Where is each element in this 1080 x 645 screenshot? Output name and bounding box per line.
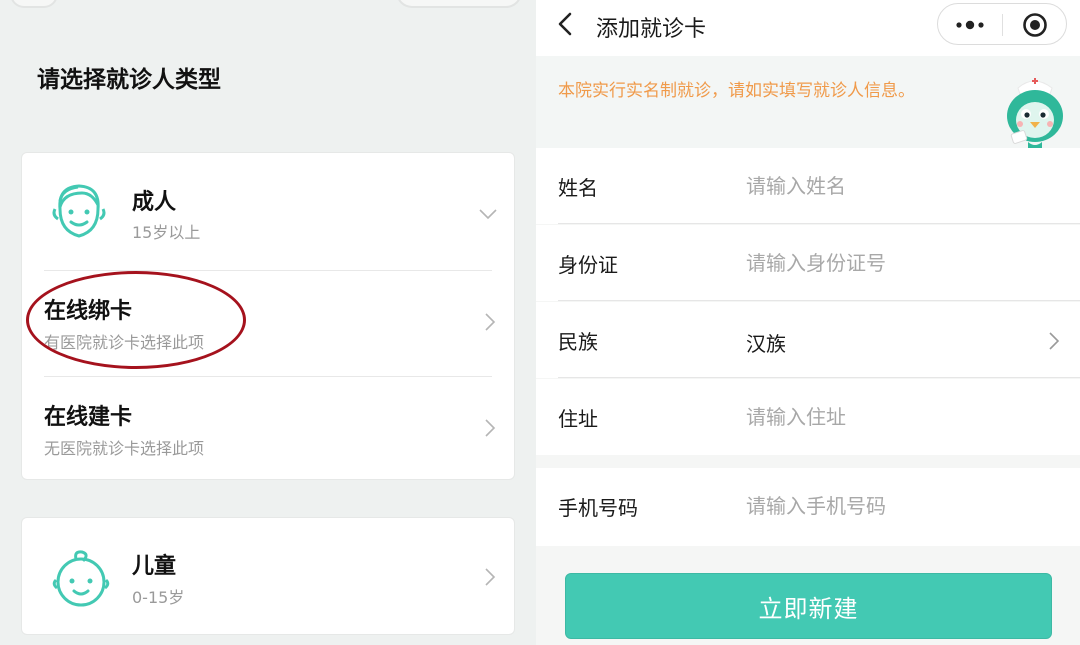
ethnicity-label: 民族 xyxy=(558,330,598,354)
notice-banner: 本院实行实名制就诊，请如实填写就诊人信息。 xyxy=(536,56,1080,150)
option-bind-card[interactable]: 在线绑卡 有医院就诊卡选择此项 xyxy=(22,271,514,375)
id-label: 身份证 xyxy=(558,253,618,277)
divider xyxy=(558,300,1080,301)
ethnicity-field-row[interactable]: 民族 汉族 xyxy=(536,302,1080,378)
baby-face-icon xyxy=(52,548,110,608)
name-field-row: 姓名 xyxy=(536,148,1080,224)
adult-face-icon xyxy=(52,181,106,241)
add-card-panel: 添加就诊卡 本院实行实名制就诊，请如实填写就诊人信息。 姓名 请输入姓名 身份证… xyxy=(536,0,1080,645)
chevron-right-icon xyxy=(484,313,500,331)
phone-input[interactable] xyxy=(746,488,1046,524)
child-subtitle: 0-15岁 xyxy=(132,588,185,607)
create-now-button[interactable]: 立即新建 xyxy=(565,573,1052,639)
more-dots-icon[interactable] xyxy=(952,16,988,34)
phone-label: 手机号码 xyxy=(558,496,638,520)
address-input[interactable] xyxy=(746,399,1046,435)
phone-field-row: 手机号码 xyxy=(536,468,1080,546)
notice-text: 本院实行实名制就诊，请如实填写就诊人信息。 xyxy=(558,81,915,101)
top-capsule-partial[interactable] xyxy=(396,0,522,8)
patient-type-panel: 请选择就诊人类型 成人 15岁以上 在线绑卡 有医院就诊卡选择此项 在线建卡 无… xyxy=(0,0,536,645)
address-label: 住址 xyxy=(558,407,598,431)
nav-title: 添加就诊卡 xyxy=(596,17,707,42)
chevron-right-icon xyxy=(484,419,500,437)
name-input[interactable] xyxy=(746,168,1046,204)
adult-category-row[interactable]: 成人 15岁以上 xyxy=(22,153,514,270)
nurse-bird-mascot-icon xyxy=(1002,70,1068,152)
chevron-right-icon xyxy=(1048,332,1064,350)
option-subtitle: 无医院就诊卡选择此项 xyxy=(44,439,205,458)
target-circle-icon[interactable] xyxy=(1022,12,1048,38)
ethnicity-value: 汉族 xyxy=(746,332,786,356)
mini-program-capsule xyxy=(937,3,1067,45)
option-title: 在线建卡 xyxy=(44,405,133,430)
child-title: 儿童 xyxy=(132,554,177,579)
address-field-row: 住址 xyxy=(536,379,1080,455)
page-heading: 请选择就诊人类型 xyxy=(37,67,221,93)
divider xyxy=(558,223,1080,224)
option-title: 在线绑卡 xyxy=(44,299,133,324)
adult-title: 成人 xyxy=(132,190,177,215)
name-label: 姓名 xyxy=(558,176,598,200)
child-card[interactable]: 儿童 0-15岁 xyxy=(21,517,515,635)
nav-bar: 添加就诊卡 xyxy=(536,0,1080,56)
id-number-input[interactable] xyxy=(746,245,1046,281)
chevron-down-icon xyxy=(479,208,497,224)
capsule-separator xyxy=(1002,14,1003,36)
chevron-right-icon xyxy=(484,568,500,586)
option-subtitle: 有医院就诊卡选择此项 xyxy=(44,333,205,352)
id-field-row: 身份证 xyxy=(536,225,1080,301)
top-left-partial-button[interactable] xyxy=(10,0,58,8)
divider xyxy=(558,377,1080,378)
adult-subtitle: 15岁以上 xyxy=(132,223,201,242)
adult-card: 成人 15岁以上 在线绑卡 有医院就诊卡选择此项 在线建卡 无医院就诊卡选择此项 xyxy=(21,152,515,480)
back-arrow-icon[interactable] xyxy=(554,10,578,40)
option-create-card[interactable]: 在线建卡 无医院就诊卡选择此项 xyxy=(22,377,514,481)
